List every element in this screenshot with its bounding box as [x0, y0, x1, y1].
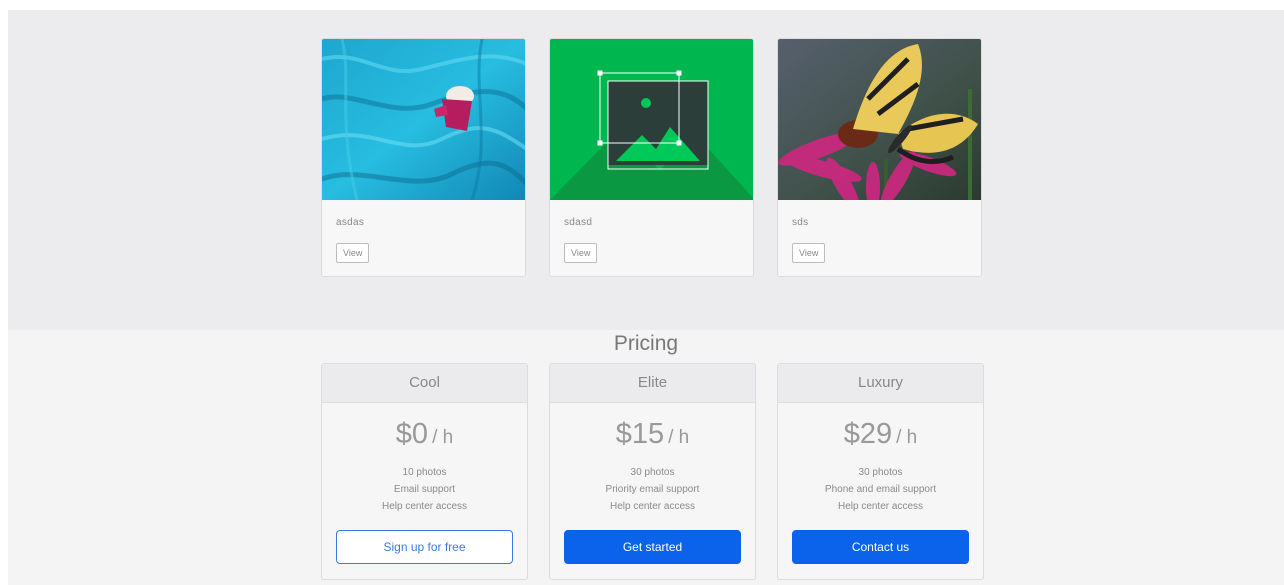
view-button[interactable]: View	[336, 243, 370, 263]
pricing-card-cool: Cool $0/ h 10 photos Email support Help …	[321, 363, 528, 580]
image-placeholder-icon	[550, 39, 753, 200]
album-thumbnail[interactable]	[778, 39, 981, 200]
feature-item: 30 photos	[858, 467, 903, 478]
plan-name: Elite	[550, 364, 755, 403]
feature-item: Phone and email support	[824, 484, 937, 495]
album-caption: asdas	[336, 217, 365, 228]
album-gallery: asdas View sdasd View sds View	[8, 10, 1284, 330]
get-started-button[interactable]: Get started	[564, 530, 741, 564]
price-unit: / h	[432, 427, 454, 448]
feature-item: Help center access	[381, 501, 468, 512]
feature-item: Priority email support	[605, 484, 700, 495]
plan-price: $15/ h	[550, 414, 755, 458]
plan-features: 30 photos Priority email support Help ce…	[550, 464, 755, 515]
album-card: sdasd View	[549, 38, 754, 277]
price-unit: / h	[668, 427, 690, 448]
view-button[interactable]: View	[564, 243, 598, 263]
feature-item: Help center access	[609, 501, 696, 512]
view-button[interactable]: View	[792, 243, 826, 263]
price-amount: $15	[615, 418, 665, 450]
feature-item: 30 photos	[630, 467, 675, 478]
plan-name: Cool	[322, 364, 527, 403]
price-amount: $0	[395, 418, 429, 450]
pricing-title: Pricing	[613, 332, 679, 355]
blue-fabric-photo	[322, 39, 525, 200]
feature-item: 10 photos	[402, 467, 447, 478]
pricing-card-luxury: Luxury $29/ h 30 photos Phone and email …	[777, 363, 984, 580]
feature-item: Email support	[393, 484, 456, 495]
plan-features: 30 photos Phone and email support Help c…	[778, 464, 983, 515]
album-card: sds View	[777, 38, 982, 277]
plan-features: 10 photos Email support Help center acce…	[322, 464, 527, 515]
plan-price: $0/ h	[322, 414, 527, 458]
album-caption: sdasd	[564, 217, 593, 228]
contact-us-button[interactable]: Contact us	[792, 530, 969, 564]
plan-name: Luxury	[778, 364, 983, 403]
feature-item: Help center access	[837, 501, 924, 512]
pricing-section: Pricing Cool $0/ h 10 photos Email suppo…	[8, 330, 1284, 585]
sign-up-button[interactable]: Sign up for free	[336, 530, 513, 564]
price-amount: $29	[843, 418, 893, 450]
pricing-card-elite: Elite $15/ h 30 photos Priority email su…	[549, 363, 756, 580]
album-caption: sds	[792, 217, 809, 228]
album-thumbnail[interactable]	[550, 39, 753, 200]
plan-price: $29/ h	[778, 414, 983, 458]
album-thumbnail[interactable]	[322, 39, 525, 200]
price-unit: / h	[896, 427, 918, 448]
butterfly-photo	[778, 39, 981, 200]
album-card: asdas View	[321, 38, 526, 277]
